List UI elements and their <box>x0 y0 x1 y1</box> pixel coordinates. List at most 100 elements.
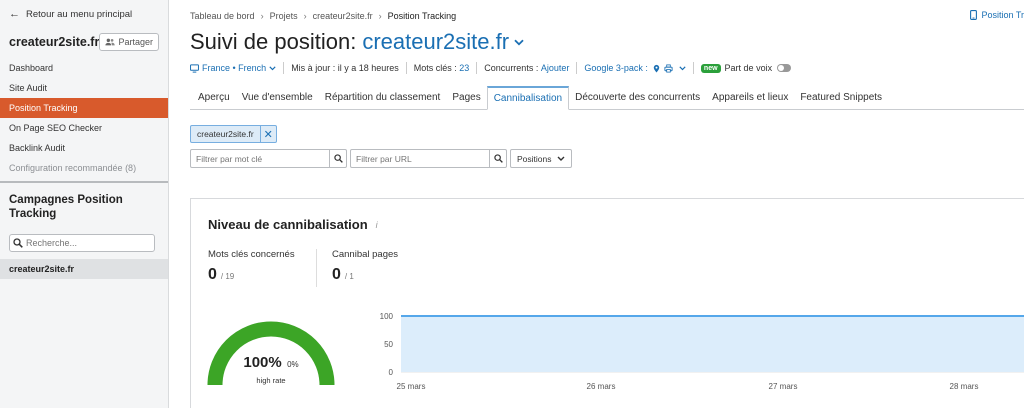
mobile-app-link[interactable]: Position Tr <box>970 10 1024 20</box>
breadcrumb-current: Position Tracking <box>387 11 457 21</box>
sidebar-divider <box>0 181 168 183</box>
affected-keywords-label: Mots clés concernés <box>208 249 295 260</box>
project-header: createur2site.fr Partager <box>9 33 159 51</box>
chevron-down-icon[interactable] <box>269 65 276 71</box>
back-link-label: Retour au menu principal <box>26 8 133 20</box>
share-of-voice-toggle[interactable] <box>777 64 792 72</box>
sidebar-item-site-audit[interactable]: Site Audit <box>0 78 168 98</box>
separator <box>283 62 285 74</box>
sidebar-item-backlink-audit[interactable]: Backlink Audit <box>0 138 168 158</box>
search-icon <box>333 154 343 163</box>
gauge-percentage: 100% <box>243 354 282 371</box>
url-search-button[interactable] <box>489 150 506 167</box>
chevron-down-icon[interactable] <box>679 65 686 71</box>
cannibal-pages-metric: Cannibal pages 0/ 1 <box>332 249 398 284</box>
domain-filter-chip-label: createur2site.fr <box>197 129 254 139</box>
positions-dropdown[interactable]: Positions <box>510 149 572 168</box>
gauge-change: 0% <box>287 360 299 369</box>
breadcrumb: Tableau de bord › Projets › createur2sit… <box>190 11 456 21</box>
chevron-right-icon: › <box>378 11 382 21</box>
last-updated: Mis à jour : il y a 18 heures <box>291 63 399 73</box>
printer-icon[interactable] <box>664 63 673 73</box>
mobile-phone-icon <box>970 10 978 20</box>
separator <box>405 62 407 74</box>
separator <box>692 62 694 74</box>
tab-pages[interactable]: Pages <box>446 86 486 109</box>
affected-keywords-metric: Mots clés concernés 0/ 19 <box>208 249 295 284</box>
cannibalisation-trend-chart: 100 50 025 mars 26 mars 27 mars 28 mars <box>380 312 1024 391</box>
campaign-search-input[interactable] <box>26 238 146 248</box>
info-icon[interactable]: i <box>376 220 378 230</box>
card-title: Niveau de cannibalisation i <box>208 217 378 232</box>
search-icon <box>13 238 23 248</box>
cannibal-pages-total: / 1 <box>344 272 354 281</box>
campaign-item[interactable]: createur2site.fr <box>0 259 168 279</box>
keywords-label: Mots clés : <box>413 63 457 73</box>
metric-separator <box>316 249 317 287</box>
new-badge: new <box>700 63 721 73</box>
monitor-icon <box>190 63 199 73</box>
chevron-right-icon: › <box>303 11 307 21</box>
x-tick-label: 26 mars <box>587 382 616 391</box>
project-domain-selector[interactable]: createur2site.fr <box>362 29 509 55</box>
gauge-label: high rate <box>256 376 286 385</box>
url-filter-input[interactable] <box>351 153 489 164</box>
y-tick-label: 100 <box>380 312 394 321</box>
gauge-readout: 100% 0% <box>207 354 335 371</box>
competitors-label: Concurrents : <box>484 63 539 73</box>
mobile-app-link-label: Position Tr <box>981 10 1024 20</box>
page-title: Suivi de position: createur2site.fr <box>190 29 524 55</box>
share-button-label: Partager <box>118 37 153 47</box>
campaign-search <box>9 234 155 252</box>
back-to-main-menu-link[interactable]: ← Retour au menu principal <box>9 8 132 20</box>
share-of-voice-label: Part de voix <box>724 63 773 73</box>
share-button[interactable]: Partager <box>99 33 159 51</box>
keywords-count-link[interactable]: 23 <box>459 63 469 73</box>
main-content: Tableau de bord › Projets › createur2sit… <box>170 0 1024 408</box>
arrow-left-icon: ← <box>9 8 20 20</box>
cannibalisation-card: Niveau de cannibalisation i Mots clés co… <box>190 198 1024 408</box>
sidebar-item-recommended-config[interactable]: Configuration recommandée (8) <box>0 158 168 178</box>
url-filter <box>350 149 507 168</box>
chart-area-fill <box>401 316 1024 372</box>
location-language-selector[interactable]: France • French <box>202 63 266 73</box>
keyword-search-button[interactable] <box>329 150 346 167</box>
y-tick-label: 50 <box>384 340 393 349</box>
tab-ranking-distribution[interactable]: Répartition du classement <box>319 86 447 109</box>
breadcrumb-project[interactable]: createur2site.fr <box>313 11 373 21</box>
cannibal-pages-label: Cannibal pages <box>332 249 399 260</box>
chevron-down-icon <box>557 156 565 161</box>
sidebar: ← Retour au menu principal createur2site… <box>0 0 169 408</box>
map-pin-icon[interactable] <box>652 64 661 73</box>
cannibal-pages-value: 0 <box>332 266 341 283</box>
tab-apercu[interactable]: Aperçu <box>190 86 236 109</box>
keyword-filter-input[interactable] <box>191 153 329 164</box>
users-icon <box>105 38 116 46</box>
separator <box>476 62 478 74</box>
card-title-text: Niveau de cannibalisation <box>208 217 368 232</box>
tab-competitors-discovery[interactable]: Découverte des concurrents <box>569 86 706 109</box>
affected-keywords-total: / 19 <box>220 272 235 281</box>
separator <box>576 62 578 74</box>
project-name: createur2site.fr <box>9 35 100 49</box>
y-tick-label: 0 <box>389 368 394 377</box>
tab-devices-locations[interactable]: Appareils et lieux <box>706 86 794 109</box>
sidebar-item-position-tracking[interactable]: Position Tracking <box>0 98 168 118</box>
x-tick-label: 28 mars <box>950 382 979 391</box>
positions-dropdown-label: Positions <box>517 153 552 164</box>
affected-keywords-value: 0 <box>208 266 217 283</box>
google-3-pack-label[interactable]: Google 3-pack : <box>584 63 648 73</box>
add-competitors-link[interactable]: Ajouter <box>541 63 570 73</box>
close-icon[interactable]: ✕ <box>259 126 276 142</box>
breadcrumb-projects[interactable]: Projets <box>270 11 298 21</box>
tab-overview[interactable]: Vue d'ensemble <box>236 86 319 109</box>
chevron-right-icon: › <box>260 11 264 21</box>
keyword-filter <box>190 149 347 168</box>
tab-featured-snippets[interactable]: Featured Snippets <box>794 86 888 109</box>
search-icon <box>493 154 503 163</box>
tab-cannibalisation[interactable]: Cannibalisation <box>486 86 570 110</box>
chevron-down-icon[interactable] <box>514 39 524 46</box>
sidebar-item-dashboard[interactable]: Dashboard <box>0 58 168 78</box>
breadcrumb-dashboard[interactable]: Tableau de bord <box>190 11 255 21</box>
sidebar-item-on-page-seo-checker[interactable]: On Page SEO Checker <box>0 118 168 138</box>
